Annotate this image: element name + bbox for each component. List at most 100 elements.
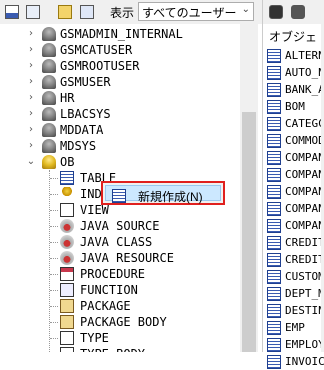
tree-guide-line [50, 178, 58, 179]
tree-category-type[interactable]: TYPE [0, 330, 240, 346]
tree-user-mdsys[interactable]: › MDSYS [0, 138, 240, 154]
tree-user-lbacsys[interactable]: › LBACSYS [0, 106, 240, 122]
tree-category-function[interactable]: FUNCTION [0, 282, 240, 298]
tree-item-label: MDDATA [60, 123, 104, 137]
filter-icon[interactable] [56, 3, 74, 21]
table-icon [267, 202, 281, 216]
tree-item-label: OB [60, 155, 75, 169]
type-icon [60, 331, 74, 345]
tree-user-mddata[interactable]: › MDDATA [0, 122, 240, 138]
user-filter-value: すべてのユーザー [142, 6, 237, 20]
tree-item-label: GSMCATUSER [60, 43, 133, 57]
user-icon [42, 123, 56, 137]
object-list-item-label: DEPT_M [285, 287, 324, 300]
user-icon [42, 107, 56, 121]
menu-item-new[interactable]: 新規作成(N) [105, 185, 221, 204]
object-list-item-label: CUSTOM [285, 270, 324, 283]
find-next-icon[interactable] [289, 3, 307, 21]
tree-scrollbar-thumb[interactable] [242, 112, 256, 352]
object-list-item-label: COMPAN [285, 151, 324, 164]
tree-user-gsmadmin-internal[interactable]: › GSMADMIN_INTERNAL [0, 26, 240, 42]
object-list-item-label: CREDIT [285, 236, 324, 249]
tree-item-label: PACKAGE [80, 299, 131, 313]
tree-guide-line [50, 274, 58, 275]
tree-category-procedure[interactable]: PROCEDURE [0, 266, 240, 282]
tree-category-type-body[interactable]: TYPE BODY [0, 346, 240, 352]
chevron-right-icon[interactable]: › [26, 74, 36, 90]
tree-item-label: JAVA RESOURCE [80, 251, 174, 265]
chevron-right-icon[interactable]: › [26, 58, 36, 74]
user-icon [42, 91, 56, 105]
table-icon [267, 236, 281, 250]
tree-user-gsmcatuser[interactable]: › GSMCATUSER [0, 42, 240, 58]
table-icon [267, 151, 281, 165]
tree-guide-line [50, 210, 58, 211]
table-icon [267, 66, 281, 80]
tree-user-hr[interactable]: › HR [0, 90, 240, 106]
tree-user-gsmrootuser[interactable]: › GSMROOTUSER [0, 58, 240, 74]
chevron-right-icon[interactable]: › [26, 138, 36, 154]
table-icon [267, 185, 281, 199]
java-resource-icon [60, 251, 74, 265]
chevron-right-icon[interactable]: › [26, 122, 36, 138]
chevron-right-icon[interactable]: › [26, 26, 36, 42]
object-list-item-label: BOM [285, 100, 305, 113]
type-body-icon [60, 347, 74, 352]
object-list-item-label: EMP [285, 321, 305, 334]
table-icon [267, 83, 281, 97]
table-icon [267, 49, 281, 63]
object-list-item-label: BANK_A [285, 83, 324, 96]
tree-category-java-class[interactable]: JAVA CLASS [0, 234, 240, 250]
object-list-item-label: EMPLOY [285, 338, 324, 351]
tree-guide-line [50, 338, 58, 339]
table-icon [267, 321, 281, 335]
tree-user-ob[interactable]: ⌄ OB [0, 154, 240, 170]
menu-item-new-label: 新規作成(N) [138, 190, 203, 204]
tree-item-label: PROCEDURE [80, 267, 146, 281]
user-filter-select[interactable]: すべてのユーザー ⌄ [138, 2, 254, 21]
tree-category-java-source[interactable]: JAVA SOURCE [0, 218, 240, 234]
tree-user-gsmuser[interactable]: › GSMUSER [0, 74, 240, 90]
object-list-header: オブジェ [269, 30, 318, 44]
schema-icon[interactable] [78, 3, 96, 21]
chevron-down-icon: ⌄ [241, 4, 250, 15]
tree-item-label: TYPE BODY [80, 346, 145, 352]
object-list-panel: オブジェ ALTERN AUTO_N BANK_A BOM CATEGC COMMOD CO… [262, 0, 324, 369]
refresh-icon[interactable] [24, 3, 42, 21]
object-browser-icon[interactable] [3, 3, 21, 21]
chevron-right-icon[interactable]: › [26, 90, 36, 106]
tree-item-label: FUNCTION [80, 283, 138, 297]
binoculars-icon[interactable] [267, 3, 285, 21]
chevron-right-icon[interactable]: › [26, 106, 36, 122]
user-icon [42, 27, 56, 41]
tree-guide-line [50, 226, 58, 227]
tree-item-label: LBACSYS [60, 107, 111, 121]
tree-category-java-resource[interactable]: JAVA RESOURCE [0, 250, 240, 266]
table-icon [60, 171, 74, 185]
table-icon [267, 355, 281, 369]
display-label: 表示 [109, 5, 134, 20]
tree-category-package[interactable]: PACKAGE [0, 298, 240, 314]
table-icon [267, 270, 281, 284]
tree-item-label: GSMUSER [60, 75, 111, 89]
user-icon [42, 155, 56, 169]
table-icon [267, 253, 281, 267]
chevron-down-icon[interactable]: ⌄ [26, 154, 36, 170]
tree-item-label: HR [60, 91, 75, 105]
tree-item-label: GSMROOTUSER [60, 59, 140, 73]
chevron-right-icon[interactable]: › [26, 42, 36, 58]
function-icon [60, 283, 74, 297]
tree-category-package-body[interactable]: PACKAGE BODY [0, 314, 240, 330]
object-list-item-label: COMPAN [285, 219, 324, 232]
table-icon [267, 117, 281, 131]
user-icon [42, 75, 56, 89]
tree-guide-line [50, 194, 58, 195]
object-list-item-label: DESTIN [285, 304, 324, 317]
user-icon [42, 59, 56, 73]
package-icon [60, 299, 74, 313]
context-menu: 新規作成(N) [101, 181, 225, 205]
table-icon [267, 338, 281, 352]
object-list-item-label: COMPAN [285, 168, 324, 181]
object-list-item-label: CREDIT [285, 253, 324, 266]
object-list-item-label: ALTERN [285, 49, 324, 62]
